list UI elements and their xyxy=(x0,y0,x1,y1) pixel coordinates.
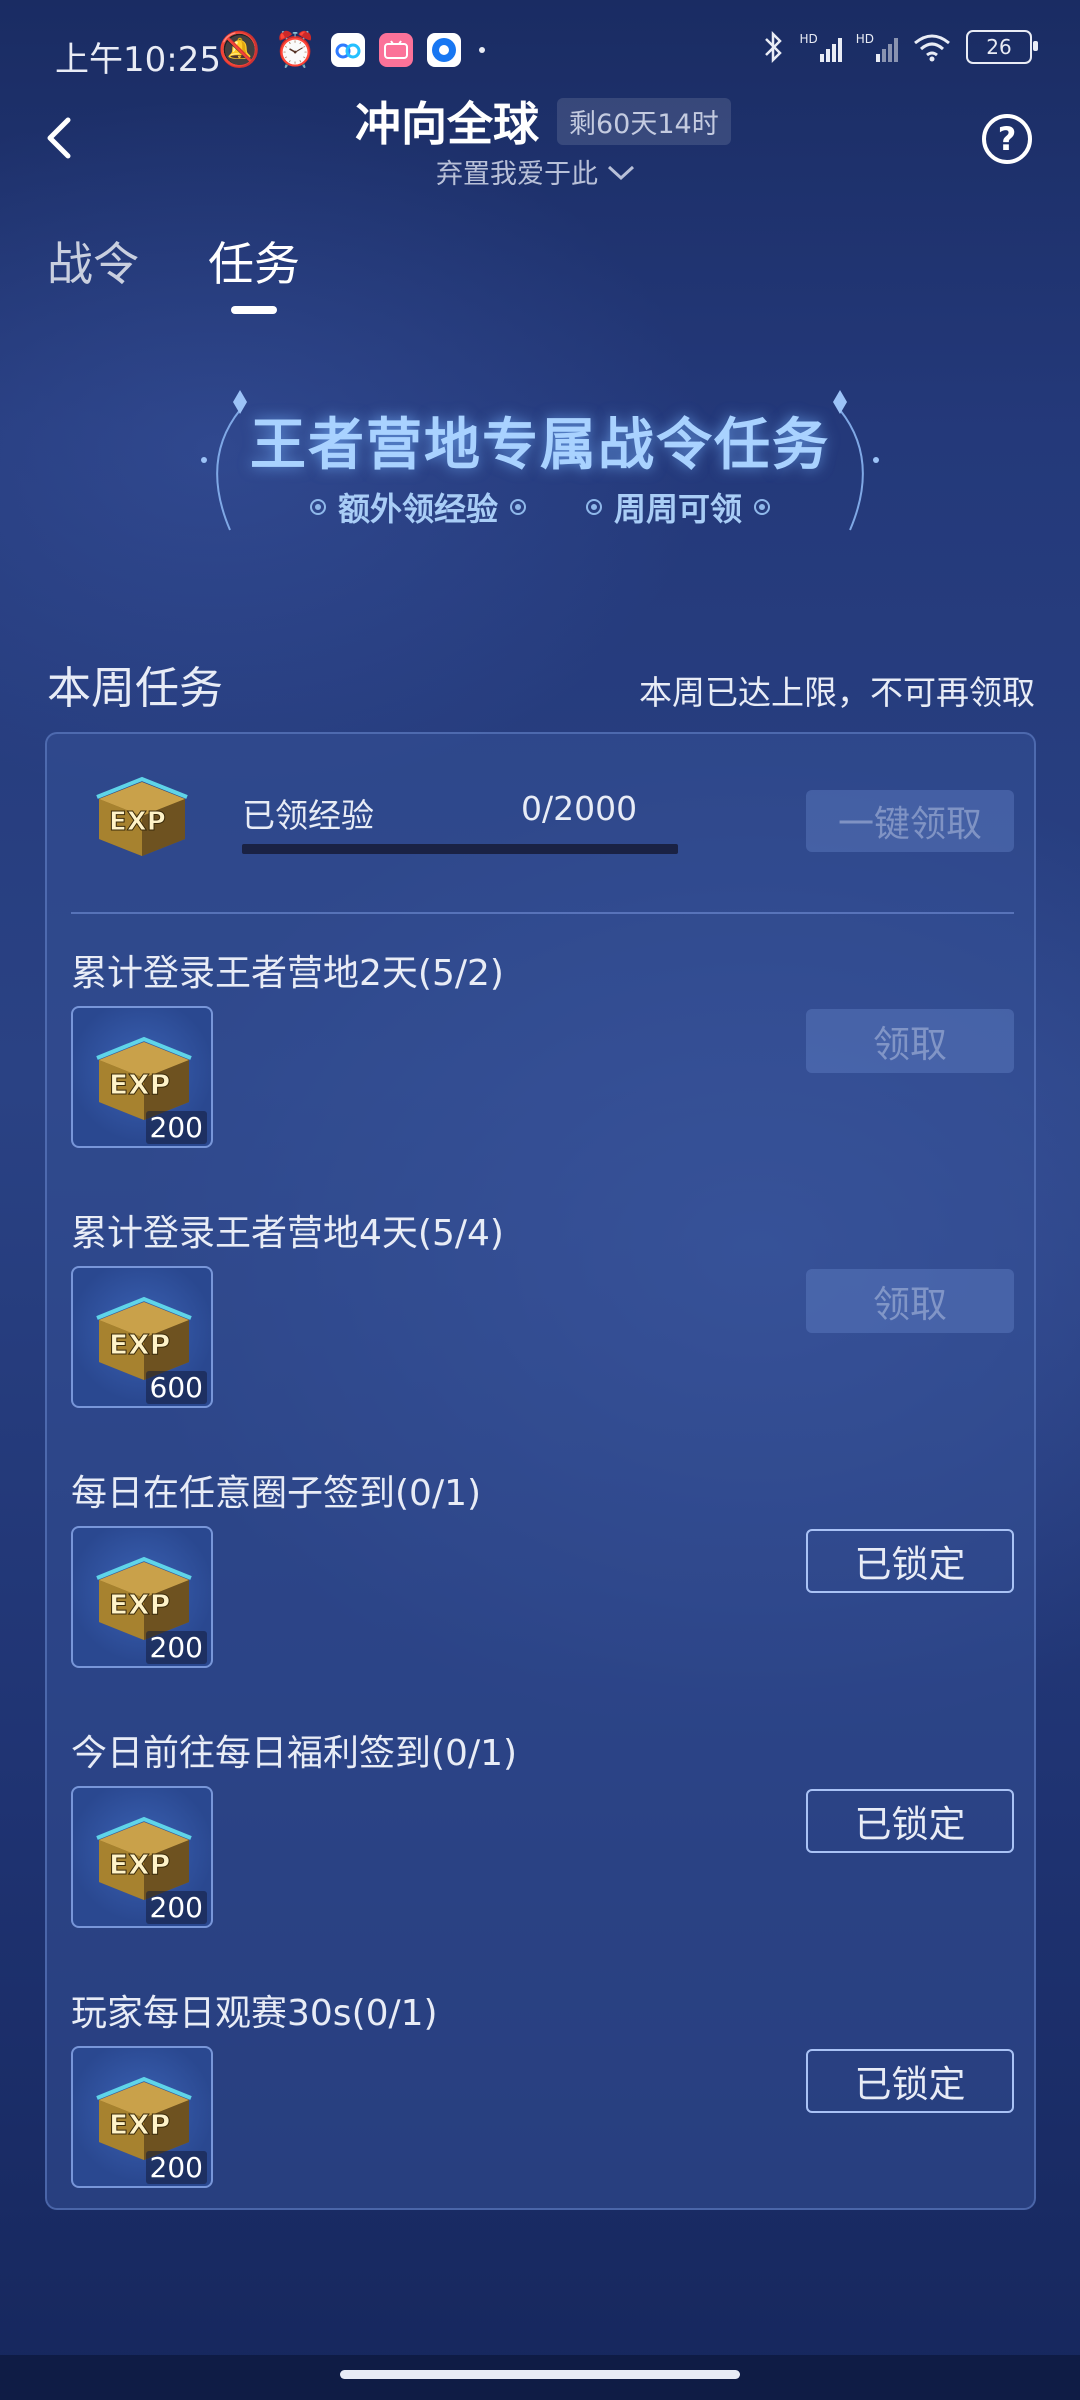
task-title: 累计登录王者营地2天(5/2) xyxy=(71,953,504,994)
weekly-tasks-heading: 本周任务 xyxy=(47,663,223,714)
dot-icon xyxy=(510,499,526,515)
dot-icon xyxy=(309,499,326,515)
subtitle-label: 弃置我爱于此 xyxy=(436,159,598,190)
reward-amount: 200 xyxy=(145,2151,207,2184)
back-button[interactable] xyxy=(40,108,90,178)
svg-text:EXP: EXP xyxy=(109,1588,170,1621)
subtitle-dropdown[interactable]: 弃置我爱于此 xyxy=(436,152,636,191)
banner-tag-1-text: 额外领经验 xyxy=(337,490,498,528)
claim-button[interactable]: 领取 xyxy=(806,1269,1014,1333)
battery-icon: 26 xyxy=(966,30,1038,64)
exp-chest-icon: EXP xyxy=(96,1036,192,1120)
dot-icon xyxy=(754,499,771,515)
page-title: 冲向全球 xyxy=(355,97,539,151)
task-item: 累计登录王者营地2天(5/2) EXP 200 领取 xyxy=(47,944,1038,1204)
tab-tasks[interactable]: 任务 xyxy=(208,228,300,294)
banner-tags: 额外领经验 周周可领 xyxy=(190,484,890,530)
task-item: 玩家每日观赛30s(0/1) EXP 200 已锁定 xyxy=(47,1984,1038,2244)
divider xyxy=(71,912,1014,914)
exp-claimed-label: 已领经验 xyxy=(242,796,374,835)
svg-text:EXP: EXP xyxy=(109,2108,170,2141)
status-bar: 上午10:25 🔕 ⏰ HD HD 26 xyxy=(0,0,1080,110)
active-tab-indicator xyxy=(231,306,277,314)
reward-amount: 200 xyxy=(145,1891,207,1924)
exp-chest-icon: EXP xyxy=(96,1816,192,1900)
banner-tag-weekly: 周周可领 xyxy=(586,484,771,530)
status-time: 上午10:25 xyxy=(55,40,221,80)
task-item: 每日在任意圈子签到(0/1) EXP 200 已锁定 xyxy=(47,1464,1038,1724)
exp-claimed-progress: 0/2000 xyxy=(521,789,638,828)
exp-chest-icon: EXP xyxy=(96,1556,192,1640)
help-button[interactable]: ? xyxy=(982,114,1032,164)
signal-1-icon: HD xyxy=(799,32,842,62)
silent-bell-icon: 🔕 xyxy=(218,30,261,70)
reward-amount: 200 xyxy=(145,1631,207,1664)
exp-chest-icon: EXP xyxy=(96,2076,192,2160)
exp-progress-bar xyxy=(242,844,678,854)
exp-chest-icon: EXP xyxy=(96,1296,192,1380)
tasks-panel: EXP 已领经验 0/2000 一键领取 累计登录王者营地2天(5/2) EXP… xyxy=(45,732,1036,2210)
promo-banner: 王者营地专属战令任务 额外领经验 周周可领 xyxy=(190,380,890,560)
claim-all-button[interactable]: 一键领取 xyxy=(806,790,1014,852)
remaining-time-badge: 剩60天14时 xyxy=(557,98,731,145)
browser-app-icon xyxy=(426,33,461,67)
signal-2-icon: HD xyxy=(856,32,898,62)
banner-title: 王者营地专属战令任务 xyxy=(250,412,830,478)
reward-amount: 600 xyxy=(145,1371,207,1404)
task-item: 累计登录王者营地4天(5/4) EXP 600 领取 xyxy=(47,1204,1038,1464)
reward-amount: 200 xyxy=(145,1111,207,1144)
bilibili-icon xyxy=(378,33,413,67)
chevron-down-icon xyxy=(607,165,635,180)
banner-tag-extra-exp: 额外领经验 xyxy=(309,484,526,530)
battery-level: 26 xyxy=(986,35,1012,59)
task-reward: EXP 200 xyxy=(71,2046,213,2188)
tab-battle-pass[interactable]: 战令 xyxy=(47,228,139,294)
task-title: 累计登录王者营地4天(5/4) xyxy=(71,1213,504,1254)
task-title: 今日前往每日福利签到(0/1) xyxy=(71,1733,518,1774)
bluetooth-icon xyxy=(765,30,783,64)
baidu-netdisk-icon xyxy=(330,33,365,67)
svg-text:EXP: EXP xyxy=(109,1848,170,1881)
weekly-limit-note: 本周已达上限，不可再领取 xyxy=(639,673,1035,712)
wifi-icon xyxy=(914,34,950,62)
task-reward: EXP 200 xyxy=(71,1526,213,1668)
task-item: 今日前往每日福利签到(0/1) EXP 200 已锁定 xyxy=(47,1724,1038,1984)
locked-button[interactable]: 已锁定 xyxy=(806,1789,1014,1853)
claim-button[interactable]: 领取 xyxy=(806,1009,1014,1073)
svg-text:EXP: EXP xyxy=(109,807,166,837)
locked-button[interactable]: 已锁定 xyxy=(806,1529,1014,1593)
task-reward: EXP 200 xyxy=(71,1006,213,1148)
task-title: 玩家每日观赛30s(0/1) xyxy=(71,1993,438,2034)
svg-text:EXP: EXP xyxy=(109,1328,170,1361)
chevron-left-icon xyxy=(47,117,71,159)
exp-chest-icon: EXP xyxy=(87,764,197,859)
alarm-icon: ⏰ xyxy=(274,30,317,70)
status-icons-right: HD HD 26 xyxy=(763,30,1038,64)
locked-button[interactable]: 已锁定 xyxy=(806,2049,1014,2113)
more-notifications-dot xyxy=(478,47,485,53)
task-title: 每日在任意圈子签到(0/1) xyxy=(71,1473,482,1514)
dot-icon xyxy=(586,499,602,515)
svg-text:EXP: EXP xyxy=(109,1068,170,1101)
home-indicator[interactable] xyxy=(340,2370,740,2379)
task-reward: EXP 200 xyxy=(71,1786,213,1928)
banner-tag-2-text: 周周可领 xyxy=(614,490,743,528)
question-icon: ? xyxy=(997,120,1017,158)
status-icons-left: 🔕 ⏰ xyxy=(218,30,485,70)
task-reward: EXP 600 xyxy=(71,1266,213,1408)
